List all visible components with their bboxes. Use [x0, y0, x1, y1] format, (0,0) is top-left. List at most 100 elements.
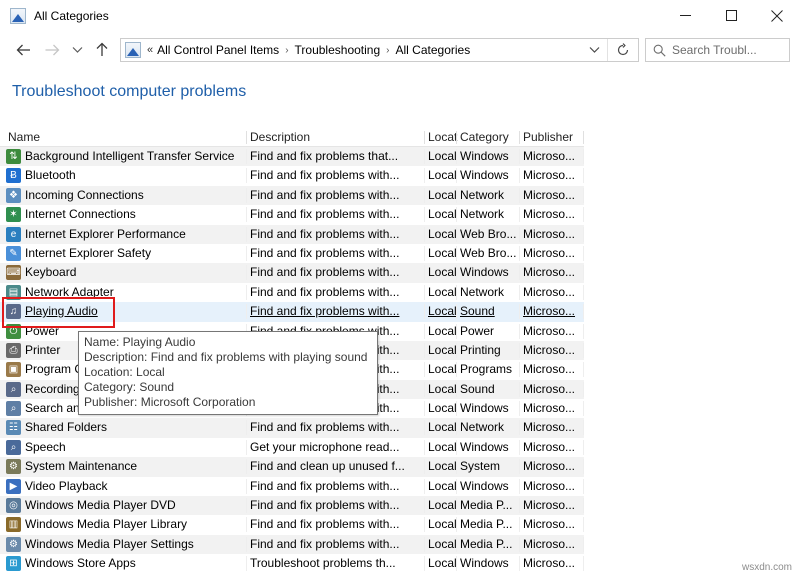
- breadcrumb-overflow[interactable]: «: [147, 44, 153, 56]
- table-row[interactable]: ⌨KeyboardFind and fix problems with...Lo…: [0, 263, 584, 282]
- table-row[interactable]: eInternet Explorer PerformanceFind and f…: [0, 225, 584, 244]
- table-row[interactable]: ♫Playing AudioFind and fix problems with…: [0, 302, 584, 321]
- table-row[interactable]: ✎Internet Explorer SafetyFind and fix pr…: [0, 244, 584, 263]
- troubleshooter-icon: ◎: [6, 498, 21, 513]
- column-header-description[interactable]: Description: [250, 130, 422, 144]
- troubleshooter-icon: ▤: [6, 285, 21, 300]
- row-divider-1: [246, 246, 247, 261]
- table-row[interactable]: ◎Windows Media Player DVDFind and fix pr…: [0, 496, 584, 515]
- cell-cat: Network: [460, 285, 516, 299]
- forward-icon[interactable]: [38, 35, 66, 65]
- refresh-icon[interactable]: [607, 39, 638, 61]
- table-row[interactable]: ✶Internet ConnectionsFind and fix proble…: [0, 205, 584, 224]
- cell-pub: Microso...: [523, 537, 581, 551]
- troubleshooter-icon: ⇅: [6, 149, 21, 164]
- row-divider-3: [456, 207, 457, 222]
- table-row[interactable]: ☷Shared FoldersFind and fix problems wit…: [0, 418, 584, 437]
- cell-cat: Media P...: [460, 537, 516, 551]
- column-divider-5[interactable]: [583, 131, 584, 144]
- tooltip-line-1: Name: Playing Audio: [84, 335, 372, 350]
- row-divider-3: [456, 556, 457, 571]
- column-header-location[interactable]: Locat...: [428, 130, 458, 144]
- table-row[interactable]: ɃBluetoothFind and fix problems with...L…: [0, 166, 584, 185]
- back-icon[interactable]: [10, 35, 38, 65]
- row-divider-2: [424, 188, 425, 203]
- search-box[interactable]: Search Troubl...: [645, 38, 790, 62]
- row-divider-2: [424, 246, 425, 261]
- close-button[interactable]: [754, 0, 800, 31]
- table-row[interactable]: ⚙System MaintenanceFind and clean up unu…: [0, 457, 584, 476]
- table-row[interactable]: ▤Network AdapterFind and fix problems wi…: [0, 283, 584, 302]
- troubleshooter-icon: ⎙: [6, 343, 21, 358]
- row-divider-3: [456, 382, 457, 397]
- row-divider-2: [424, 324, 425, 339]
- row-divider-5: [583, 459, 584, 474]
- troubleshooter-icon: ☷: [6, 420, 21, 435]
- row-divider-4: [519, 227, 520, 242]
- address-chevron-down-icon[interactable]: [581, 39, 607, 61]
- search-input[interactable]: Search Troubl...: [672, 43, 757, 57]
- breadcrumb-item-troubleshooting[interactable]: Troubleshooting: [295, 43, 381, 57]
- breadcrumb-item-all-control-panel-items[interactable]: All Control Panel Items: [157, 43, 279, 57]
- table-column-headers: Name Description Locat... Category Publi…: [0, 128, 584, 147]
- breadcrumb-chevron-2[interactable]: ›: [386, 45, 389, 56]
- navigation-bar: « All Control Panel Items › Troubleshoot…: [0, 31, 800, 69]
- row-divider-1: [246, 556, 247, 571]
- cell-desc: Find and fix problems with...: [250, 207, 422, 221]
- cell-cat: Media P...: [460, 498, 516, 512]
- row-divider-3: [456, 343, 457, 358]
- cell-cat: Windows: [460, 479, 516, 493]
- table-row[interactable]: ❖Incoming ConnectionsFind and fix proble…: [0, 186, 584, 205]
- table-row[interactable]: ▥Windows Media Player LibraryFind and fi…: [0, 515, 584, 534]
- maximize-button[interactable]: [708, 0, 754, 31]
- table-row[interactable]: ⌕SpeechGet your microphone read...LocalW…: [0, 438, 584, 457]
- up-icon[interactable]: [88, 35, 116, 65]
- breadcrumb-item-all-categories[interactable]: All Categories: [396, 43, 471, 57]
- cell-cat: Network: [460, 188, 516, 202]
- row-divider-3: [456, 537, 457, 552]
- breadcrumb-chevron-1[interactable]: ›: [285, 45, 288, 56]
- minimize-button[interactable]: [662, 0, 708, 31]
- row-divider-3: [456, 362, 457, 377]
- row-divider-1: [246, 304, 247, 319]
- cell-cat: Windows: [460, 401, 516, 415]
- cell-pub: Microso...: [523, 343, 581, 357]
- row-divider-4: [519, 420, 520, 435]
- row-divider-1: [246, 265, 247, 280]
- cell-pub: Microso...: [523, 265, 581, 279]
- column-header-category[interactable]: Category: [460, 130, 518, 144]
- cell-name: Background Intelligent Transfer Service: [25, 149, 247, 163]
- cell-cat: Media P...: [460, 517, 516, 531]
- row-divider-2: [424, 440, 425, 455]
- cell-pub: Microso...: [523, 207, 581, 221]
- troubleshooter-icon: ⏻: [6, 324, 21, 339]
- table-row[interactable]: ⇅ Background Intelligent Transfer Service…: [0, 147, 584, 166]
- row-divider-4: [519, 304, 520, 319]
- column-divider-2[interactable]: [424, 131, 425, 144]
- column-header-publisher[interactable]: Publisher: [523, 130, 581, 144]
- row-divider-5: [583, 382, 584, 397]
- column-divider-1[interactable]: [246, 131, 247, 144]
- recent-locations-chevron-down-icon[interactable]: [66, 35, 88, 65]
- row-divider-4: [519, 459, 520, 474]
- row-divider-2: [424, 362, 425, 377]
- table-row[interactable]: ⚙Windows Media Player SettingsFind and f…: [0, 535, 584, 554]
- cell-cat: Power: [460, 324, 516, 338]
- cell-name: Windows Store Apps: [25, 556, 247, 570]
- table-row[interactable]: ⊞Windows Store AppsTroubleshoot problems…: [0, 554, 584, 573]
- cell-desc: Find and fix problems with...: [250, 168, 422, 182]
- page-title: Troubleshoot computer problems: [12, 83, 246, 101]
- cell-pub: Microso...: [523, 420, 581, 434]
- cell-cat: Sound: [460, 304, 516, 318]
- address-bar[interactable]: « All Control Panel Items › Troubleshoot…: [120, 38, 639, 62]
- row-divider-5: [583, 188, 584, 203]
- column-divider-3[interactable]: [456, 131, 457, 144]
- column-header-name[interactable]: Name: [8, 130, 243, 144]
- table-row[interactable]: ▶Video PlaybackFind and fix problems wit…: [0, 477, 584, 496]
- row-divider-1: [246, 498, 247, 513]
- row-divider-3: [456, 304, 457, 319]
- column-divider-4[interactable]: [519, 131, 520, 144]
- cell-cat: Windows: [460, 168, 516, 182]
- watermark: wsxdn.com: [742, 562, 792, 573]
- row-divider-1: [246, 207, 247, 222]
